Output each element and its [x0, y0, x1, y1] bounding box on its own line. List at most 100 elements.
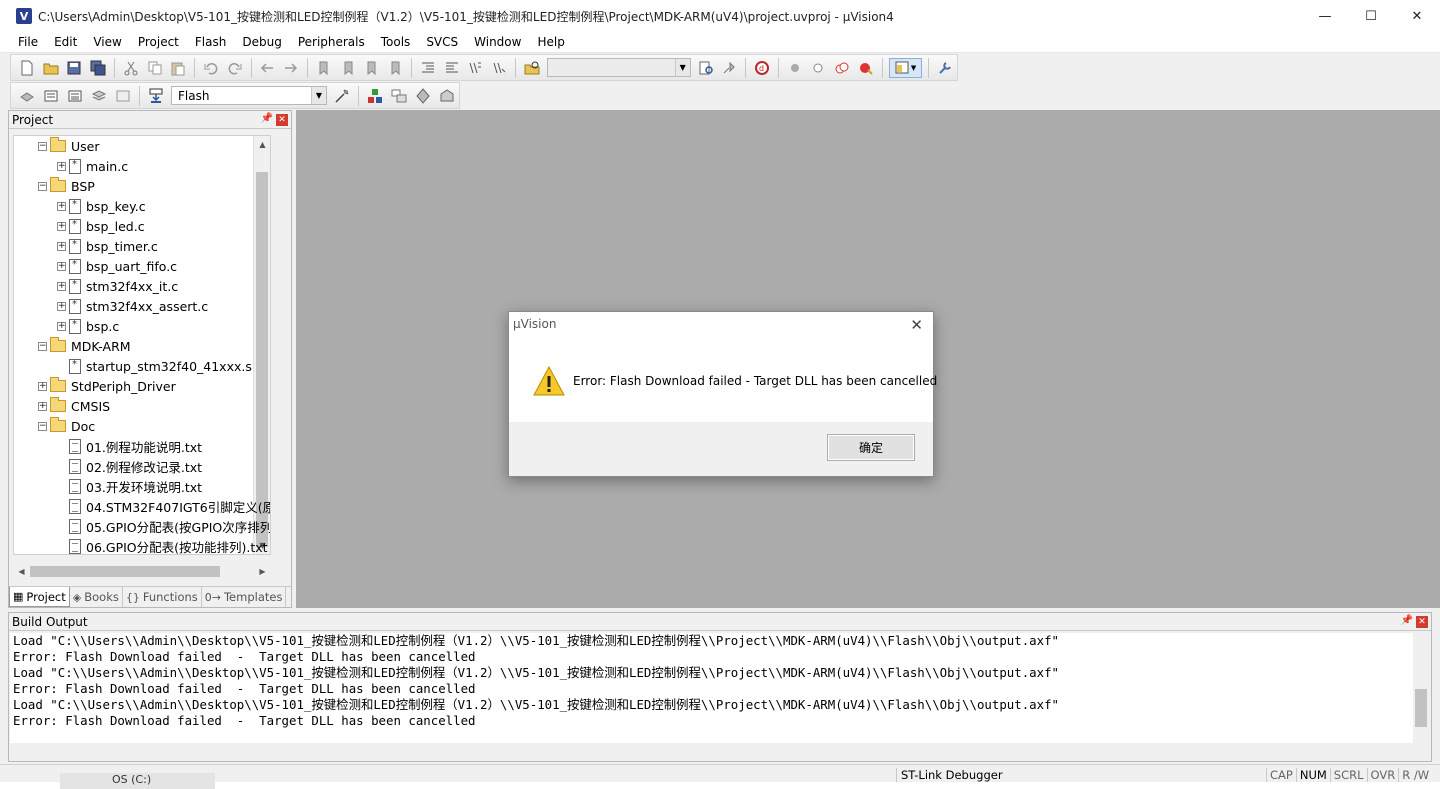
project-tree[interactable]: ▲ ▼ − User + main.c − BSP + bsp_key.c + bsp_led.c… — [13, 135, 271, 555]
find-icon[interactable] — [696, 58, 716, 78]
save-icon[interactable] — [64, 58, 84, 78]
undo-icon[interactable] — [201, 58, 221, 78]
expand-toggle-icon[interactable]: − — [38, 341, 47, 351]
tree-item[interactable]: + bsp_timer.c — [57, 236, 158, 256]
cut-icon[interactable] — [121, 58, 141, 78]
tab-functions[interactable]: {} Functions — [123, 587, 202, 607]
menu-window[interactable]: Window — [466, 35, 529, 49]
batch-build-icon[interactable] — [89, 86, 109, 106]
redo-icon[interactable] — [225, 58, 245, 78]
find-combo[interactable]: ▼ — [546, 58, 691, 77]
tree-item[interactable]: 03.开发环境说明.txt — [57, 476, 202, 496]
expand-toggle-icon[interactable]: + — [57, 281, 66, 291]
maximize-button[interactable]: ☐ — [1348, 0, 1394, 32]
load-download-icon[interactable] — [146, 86, 166, 106]
open-folder-icon[interactable] — [41, 58, 61, 78]
expand-toggle-icon[interactable]: + — [57, 301, 66, 311]
scrollbar-thumb[interactable] — [256, 172, 268, 547]
build-output-text[interactable]: Load "C:\\Users\\Admin\\Desktop\\V5-101_… — [10, 633, 1414, 757]
expand-toggle-icon[interactable]: + — [57, 201, 66, 211]
close-icon[interactable]: ✕ — [276, 114, 288, 126]
tree-item[interactable]: + StdPeriph_Driver — [38, 376, 176, 396]
expand-toggle-icon[interactable]: + — [38, 401, 47, 411]
chevron-down-icon[interactable]: ▼ — [674, 59, 690, 76]
configure-icon[interactable] — [935, 58, 955, 78]
tree-item[interactable]: − MDK-ARM — [38, 336, 131, 356]
ok-button[interactable]: 确定 — [827, 434, 915, 461]
tree-item[interactable]: − User — [38, 136, 100, 156]
pin-icon[interactable]: 📌 — [261, 113, 273, 124]
expand-toggle-icon[interactable]: + — [57, 321, 66, 331]
save-all-icon[interactable] — [88, 58, 108, 78]
tree-item[interactable]: + bsp.c — [57, 316, 119, 336]
tree-item[interactable]: startup_stm32f40_41xxx.s — [57, 356, 252, 376]
tree-item[interactable]: 05.GPIO分配表(按GPIO次序排列) — [57, 516, 270, 536]
tree-item[interactable]: + bsp_uart_fifo.c — [57, 256, 177, 276]
menu-help[interactable]: Help — [529, 35, 572, 49]
close-icon[interactable]: ✕ — [1416, 616, 1428, 628]
navigate-forward-icon[interactable] — [281, 58, 301, 78]
prev-bookmark-icon[interactable] — [338, 58, 358, 78]
translate-icon[interactable] — [17, 86, 37, 106]
expand-toggle-icon[interactable]: + — [57, 261, 66, 271]
tree-item[interactable]: + CMSIS — [38, 396, 110, 416]
tree-item[interactable]: + bsp_led.c — [57, 216, 145, 236]
rebuild-icon[interactable] — [65, 86, 85, 106]
menu-tools[interactable]: Tools — [373, 35, 419, 49]
build-icon[interactable] — [41, 86, 61, 106]
find-in-files-icon[interactable] — [522, 58, 542, 78]
disable-all-breakpoints-icon[interactable] — [832, 58, 852, 78]
expand-toggle-icon[interactable]: − — [38, 421, 47, 431]
tree-item[interactable]: + stm32f4xx_assert.c — [57, 296, 208, 316]
tab-books[interactable]: ◈ Books — [70, 587, 123, 607]
menu-svcs[interactable]: SVCS — [418, 35, 466, 49]
insert-bookmark-icon[interactable] — [314, 58, 334, 78]
minimize-button[interactable]: — — [1302, 0, 1348, 32]
expand-toggle-icon[interactable]: + — [57, 241, 66, 251]
tree-item[interactable]: + main.c — [57, 156, 128, 176]
comment-icon[interactable] — [465, 58, 485, 78]
tree-item[interactable]: − Doc — [38, 416, 95, 436]
menu-flash[interactable]: Flash — [187, 35, 234, 49]
manage-components-icon[interactable] — [365, 86, 385, 106]
expand-toggle-icon[interactable]: + — [38, 381, 47, 391]
expand-toggle-icon[interactable]: + — [57, 221, 66, 231]
tree-item[interactable]: + stm32f4xx_it.c — [57, 276, 178, 296]
indent-icon[interactable] — [418, 58, 438, 78]
menu-file[interactable]: File — [10, 35, 46, 49]
uncomment-icon[interactable] — [489, 58, 509, 78]
expand-toggle-icon[interactable]: − — [38, 181, 47, 191]
tree-item[interactable]: 04.STM32F407IGT6引脚定义(原始 — [57, 496, 270, 516]
pin-icon[interactable]: 📌 — [1401, 615, 1413, 626]
tree-item[interactable]: − BSP — [38, 176, 95, 196]
incremental-find-icon[interactable] — [719, 58, 739, 78]
stop-build-icon[interactable] — [113, 86, 133, 106]
breakpoint-icon[interactable] — [785, 58, 805, 78]
menu-view[interactable]: View — [85, 35, 129, 49]
close-button[interactable]: ✕ — [1394, 0, 1440, 32]
window-layout-icon[interactable]: ▼ — [888, 57, 923, 78]
pack-installer-icon[interactable] — [437, 86, 457, 106]
menu-peripherals[interactable]: Peripherals — [290, 35, 373, 49]
paste-icon[interactable] — [168, 58, 188, 78]
tree-item[interactable]: 02.例程修改记录.txt — [57, 456, 202, 476]
chevron-down-icon[interactable]: ▼ — [311, 87, 326, 104]
build-horizontal-scrollbar[interactable] — [10, 743, 1414, 757]
clear-bookmarks-icon[interactable] — [385, 58, 405, 78]
build-vertical-scrollbar[interactable] — [1413, 633, 1430, 745]
menu-edit[interactable]: Edit — [46, 35, 85, 49]
expand-toggle-icon[interactable]: − — [38, 141, 47, 151]
tree-item[interactable]: + bsp_key.c — [57, 196, 146, 216]
copy-icon[interactable] — [145, 58, 165, 78]
new-file-icon[interactable] — [17, 58, 37, 78]
menu-debug[interactable]: Debug — [234, 35, 289, 49]
scrollbar-thumb[interactable] — [1415, 689, 1427, 727]
target-options-icon[interactable] — [332, 86, 352, 106]
navigate-back-icon[interactable] — [258, 58, 278, 78]
debug-session-icon[interactable]: d — [752, 58, 772, 78]
target-select[interactable]: Flash ▼ — [171, 86, 327, 105]
menu-project[interactable]: Project — [130, 35, 187, 49]
unindent-icon[interactable] — [442, 58, 462, 78]
tab-project[interactable]: ▦ Project — [9, 587, 70, 607]
disable-breakpoint-icon[interactable] — [809, 58, 829, 78]
